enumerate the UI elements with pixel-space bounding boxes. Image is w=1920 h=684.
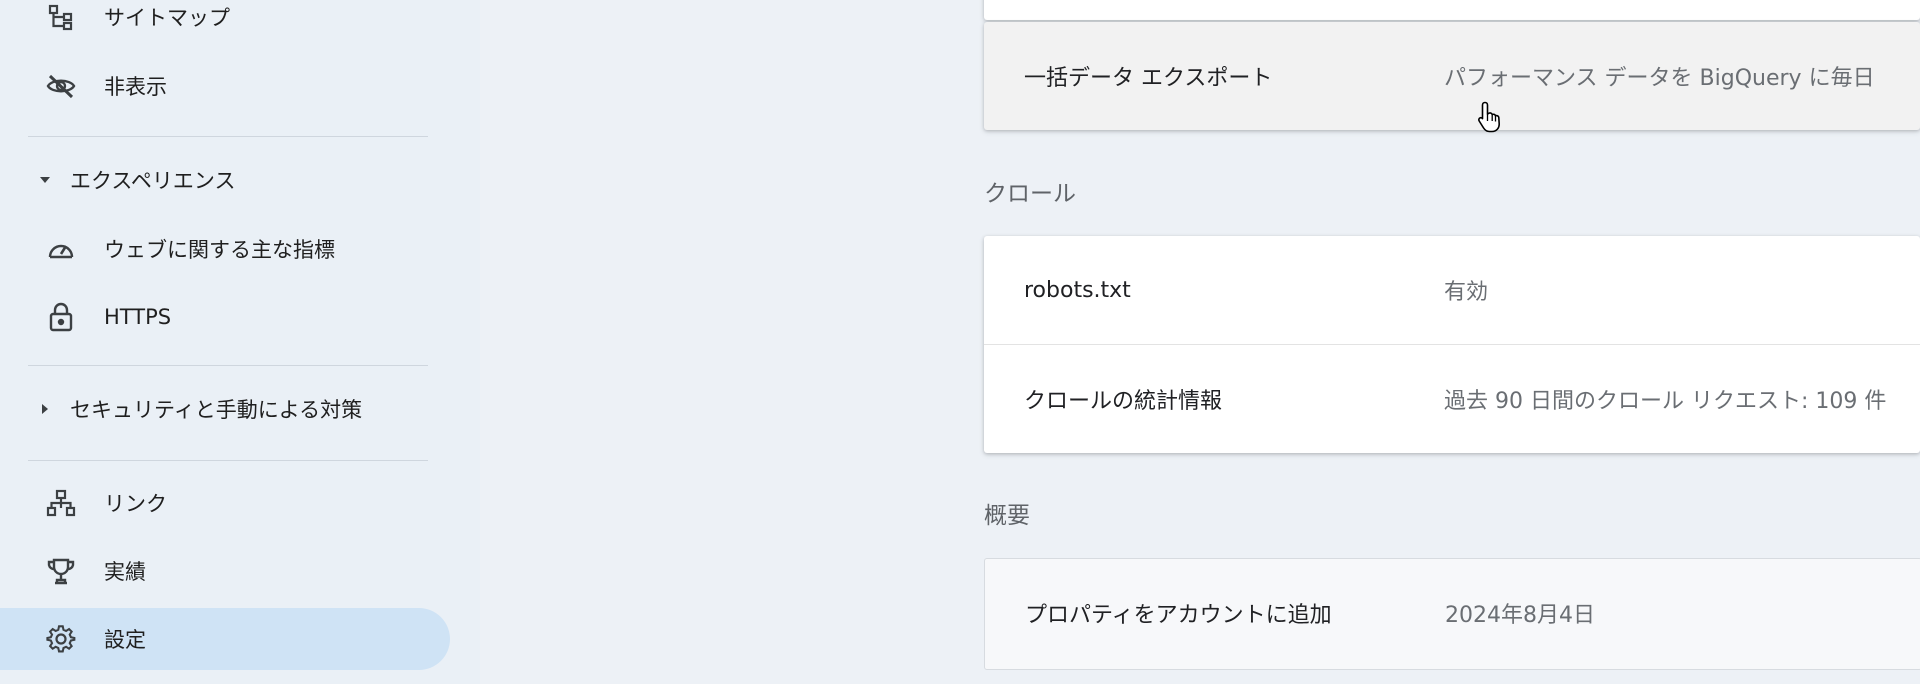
- sidebar-item-label: 実績: [104, 560, 146, 584]
- section-title-overview: 概要: [984, 503, 1030, 529]
- sidebar-item-achievements[interactable]: 実績: [0, 540, 450, 602]
- sidebar-item-label: 設定: [104, 628, 146, 652]
- hand-pointer-cursor-icon: [1478, 101, 1501, 133]
- card-top-fragment: [984, 0, 1920, 20]
- eye-off-icon: [46, 71, 76, 101]
- trophy-icon: [46, 556, 76, 586]
- sidebar-item-label: HTTPS: [104, 305, 172, 329]
- card-bulk-export[interactable]: 一括データ エクスポート パフォーマンス データを BigQuery に毎日: [984, 22, 1920, 130]
- section-label: セキュリティと手動による対策: [70, 398, 363, 422]
- row-value: 過去 90 日間のクロール リクエスト: 109 件: [1444, 389, 1887, 414]
- row-value: 2024年8月4日: [1445, 603, 1595, 628]
- card-overview: プロパティをアカウントに追加 2024年8月4日: [984, 558, 1920, 670]
- gear-icon: [46, 624, 76, 654]
- row-name: プロパティをアカウントに追加: [1025, 603, 1332, 628]
- section-title-crawl: クロール: [984, 181, 1076, 207]
- caret-down-icon: [38, 173, 52, 187]
- sidebar-item-label: ウェブに関する主な指標: [104, 238, 335, 262]
- sidebar-item-removals[interactable]: 非表示: [0, 55, 450, 117]
- settings-row-robots[interactable]: robots.txt 有効: [984, 236, 1920, 344]
- row-name: 一括データ エクスポート: [1024, 66, 1273, 91]
- settings-row-bulk-export[interactable]: 一括データ エクスポート パフォーマンス データを BigQuery に毎日: [984, 22, 1920, 130]
- row-name: robots.txt: [1024, 277, 1131, 303]
- divider: [28, 365, 428, 366]
- section-security[interactable]: セキュリティと手動による対策: [0, 381, 450, 437]
- row-name: クロールの統計情報: [1024, 389, 1223, 414]
- sidebar-item-settings[interactable]: 設定: [0, 608, 450, 670]
- sidebar-item-links[interactable]: リンク: [0, 472, 450, 534]
- row-value: パフォーマンス データを BigQuery に毎日: [1444, 66, 1875, 91]
- sidebar-item-label: サイトマップ: [104, 6, 230, 30]
- row-value: 有効: [1444, 280, 1489, 305]
- links-icon: [46, 488, 76, 518]
- sidebar-item-label: 非表示: [104, 75, 167, 99]
- card-crawl: robots.txt 有効 クロールの統計情報 過去 90 日間のクロール リク…: [984, 236, 1920, 453]
- sidebar-item-core-web-vitals[interactable]: ウェブに関する主な指標: [0, 218, 450, 280]
- settings-row-crawl-stats[interactable]: クロールの統計情報 過去 90 日間のクロール リクエスト: 109 件: [984, 344, 1920, 453]
- settings-row-property-added: プロパティをアカウントに追加 2024年8月4日: [985, 559, 1920, 667]
- divider: [28, 460, 428, 461]
- section-label: エクスペリエンス: [70, 169, 236, 193]
- sidebar-item-label: リンク: [104, 492, 167, 516]
- section-experience[interactable]: エクスペリエンス: [0, 152, 450, 208]
- sidebar-item-sitemaps[interactable]: サイトマップ: [0, 0, 450, 48]
- sidebar: サイトマップ 非表示 エクスペリエンス ウェブに関する主な指標 HTTPS セキ…: [0, 0, 480, 684]
- divider: [28, 136, 428, 137]
- lock-icon: [46, 302, 76, 332]
- speedometer-icon: [46, 234, 76, 264]
- sitemap-icon: [46, 2, 76, 32]
- caret-right-icon: [38, 402, 52, 416]
- sidebar-item-https[interactable]: HTTPS: [0, 286, 450, 348]
